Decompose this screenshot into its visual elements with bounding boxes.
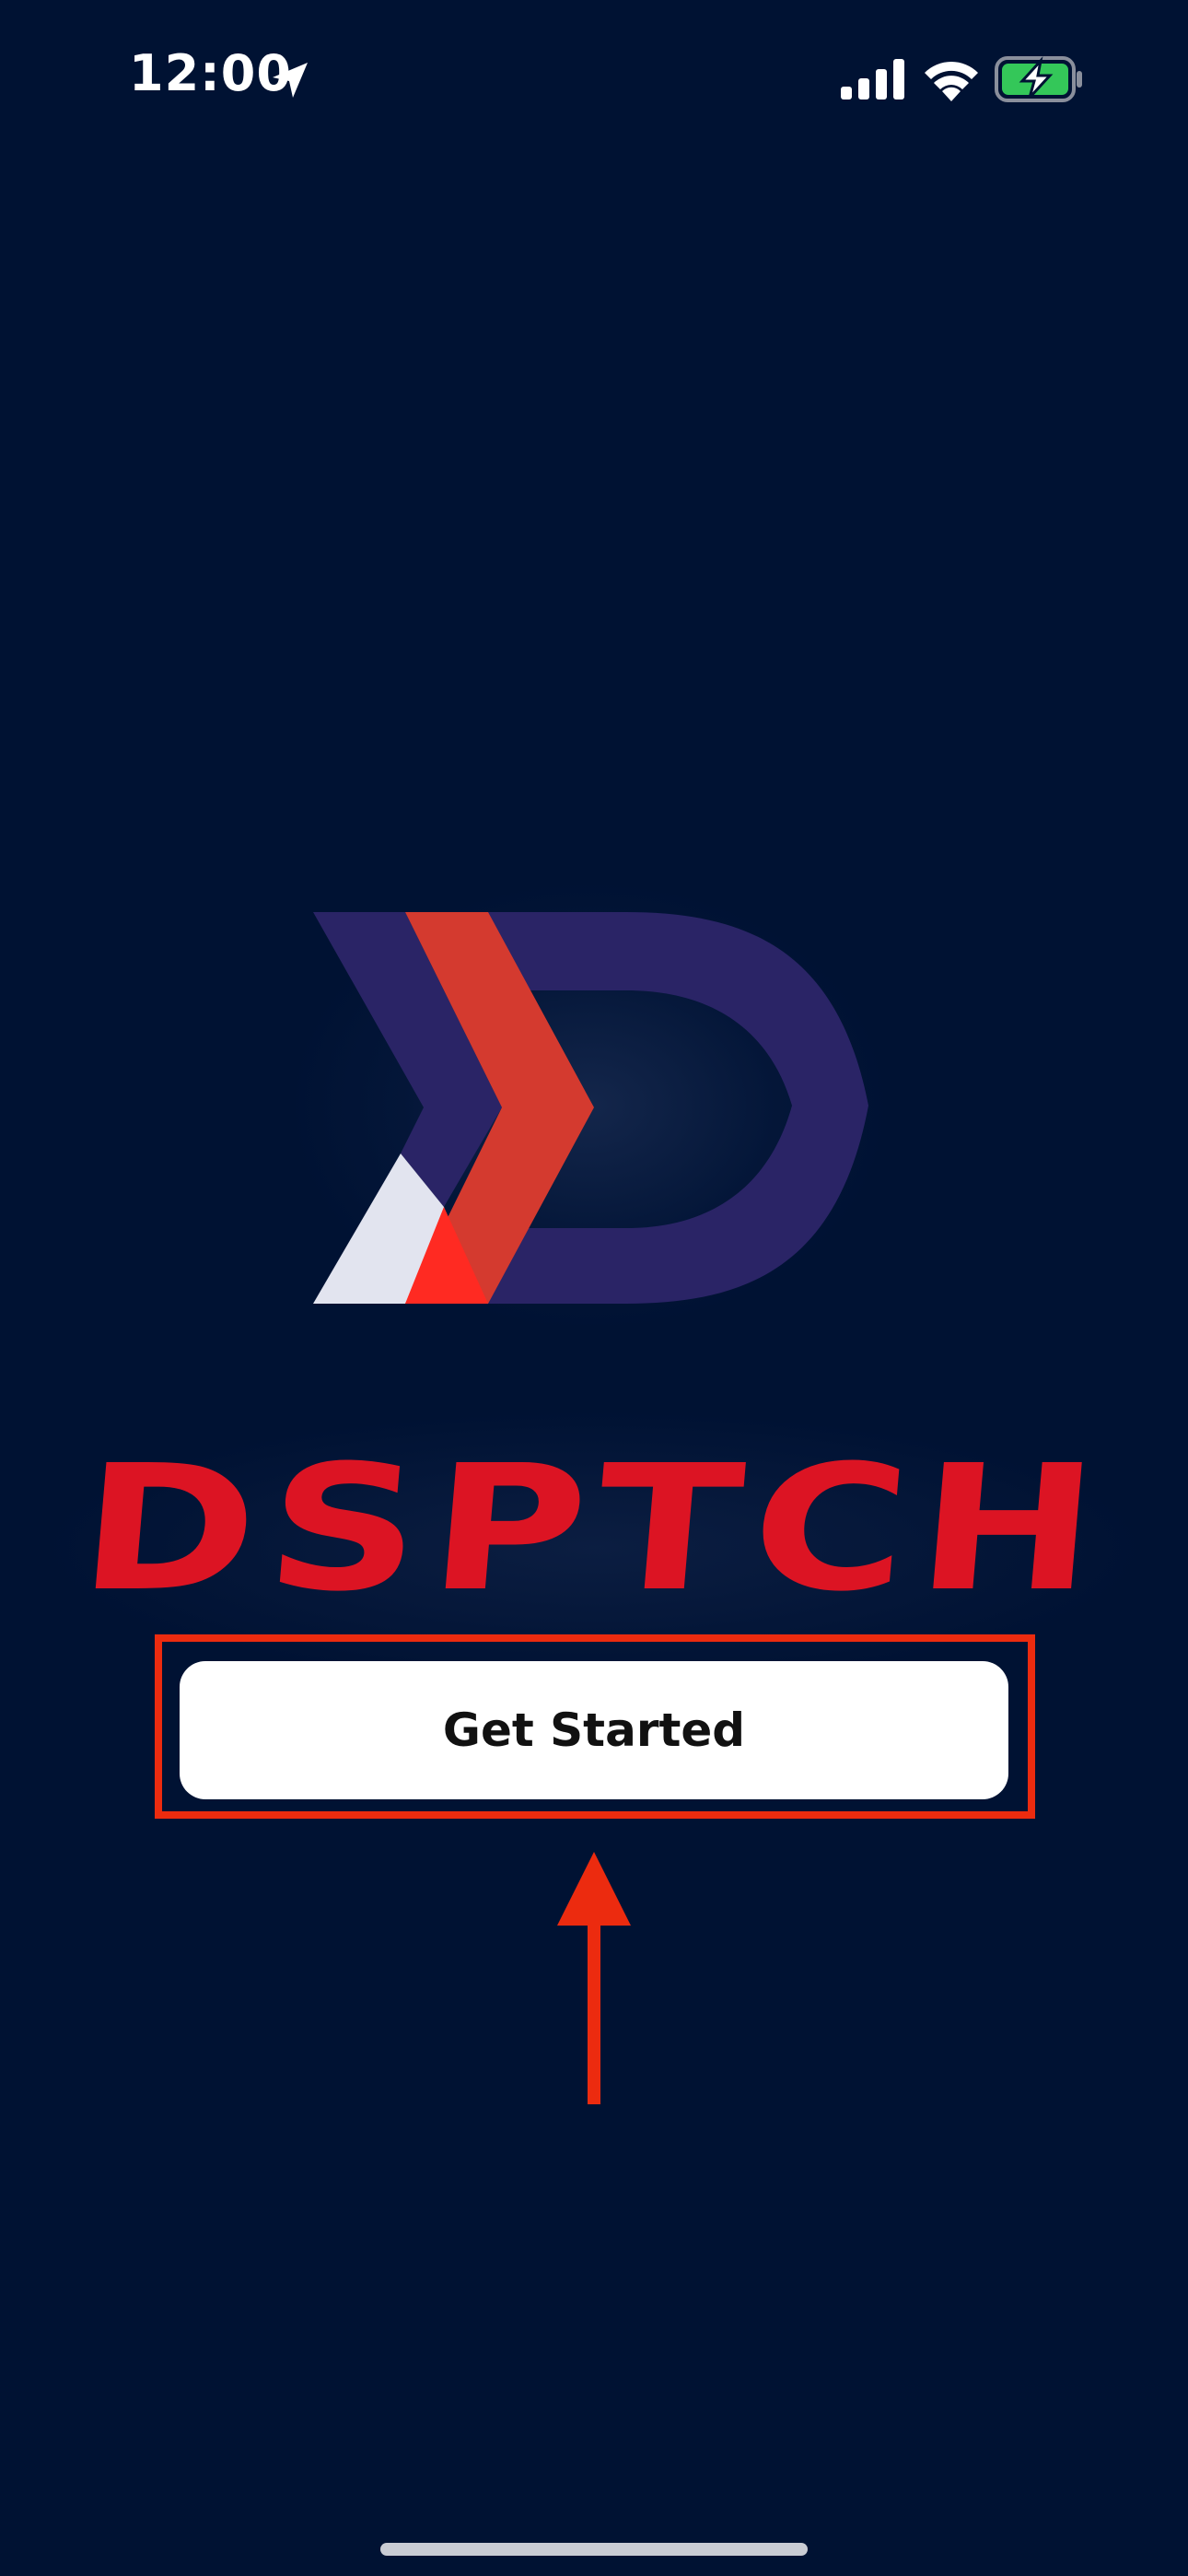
wifi-icon bbox=[921, 57, 982, 101]
dsptch-logo-icon bbox=[313, 912, 875, 1304]
status-bar: 12:00 bbox=[0, 0, 1188, 157]
battery-charging-icon bbox=[995, 55, 1083, 103]
location-arrow-icon bbox=[269, 59, 311, 101]
arrow-up-icon bbox=[548, 1852, 640, 2105]
get-started-button[interactable]: Get Started bbox=[180, 1661, 1008, 1799]
brand-wordmark: DSPTCH bbox=[72, 1428, 1116, 1630]
status-time: 12:00 bbox=[129, 44, 292, 102]
home-indicator[interactable] bbox=[380, 2543, 808, 2556]
cellular-signal-icon bbox=[841, 59, 905, 100]
